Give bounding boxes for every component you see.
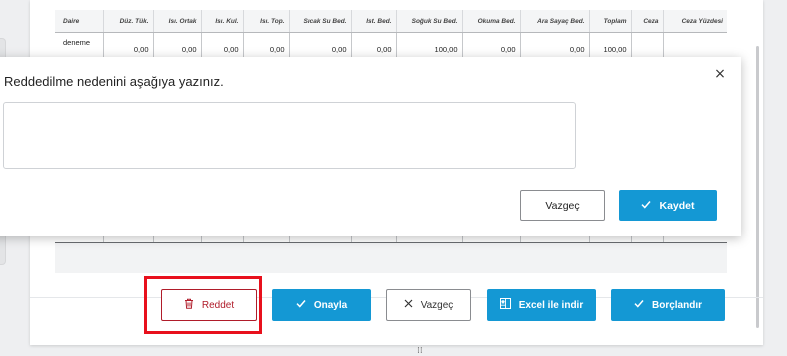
column-header[interactable]: Daire	[55, 10, 103, 33]
save-button[interactable]: Kaydet	[619, 190, 717, 221]
reject-reason-input[interactable]	[3, 102, 576, 169]
column-header[interactable]: Düz. Tük.	[102, 10, 153, 33]
vertical-scrollbar[interactable]	[756, 46, 759, 328]
debit-button[interactable]: Borçlandır	[611, 289, 725, 321]
column-header[interactable]: Soğuk Su Bed.	[395, 10, 462, 33]
column-header[interactable]: Ceza	[630, 10, 663, 33]
column-header[interactable]: Isı. Kul.	[200, 10, 243, 33]
drag-handle-icon: ⁞⁞	[417, 346, 423, 356]
approve-button[interactable]: Onayla	[272, 289, 371, 321]
column-header[interactable]: Ara Sayaç Bed.	[519, 10, 589, 33]
column-header[interactable]: Sıcak Su Bed.	[288, 10, 351, 33]
save-button-label: Kaydet	[659, 199, 695, 212]
column-header[interactable]: Isı. Top.	[242, 10, 289, 33]
column-header[interactable]: Okuma Bed.	[461, 10, 520, 33]
close-icon[interactable]: ×	[713, 67, 727, 81]
table-header-row: Daire Düz. Tük. Isı. Ortak Isı. Kul. Isı…	[55, 10, 727, 33]
reject-reason-modal: Reddedilme nedenini aşağıya yazınız. × V…	[0, 57, 741, 236]
check-icon	[634, 299, 644, 311]
modal-cancel-label: Vazgeç	[545, 199, 580, 212]
column-header[interactable]: Ist. Bed.	[350, 10, 396, 33]
debit-button-label: Borçlandır	[651, 299, 702, 311]
check-icon	[296, 299, 306, 311]
column-header[interactable]: Ceza Yüzdesi	[662, 10, 727, 33]
excel-download-button[interactable]: Excel ile indir	[487, 289, 596, 321]
excel-icon	[499, 298, 511, 312]
excel-download-label: Excel ile indir	[518, 299, 584, 311]
x-icon	[404, 299, 413, 311]
reject-button-highlight	[144, 276, 262, 334]
check-icon	[641, 200, 652, 212]
cancel-button[interactable]: Vazgeç	[386, 289, 471, 321]
column-header[interactable]: Isı. Ortak	[152, 10, 201, 33]
column-header[interactable]: Toplam	[588, 10, 631, 33]
cancel-button-label: Vazgeç	[420, 299, 454, 311]
modal-cancel-button[interactable]: Vazgeç	[520, 190, 605, 221]
modal-title: Reddedilme nedenini aşağıya yazınız.	[4, 74, 224, 89]
approve-button-label: Onayla	[313, 299, 348, 311]
